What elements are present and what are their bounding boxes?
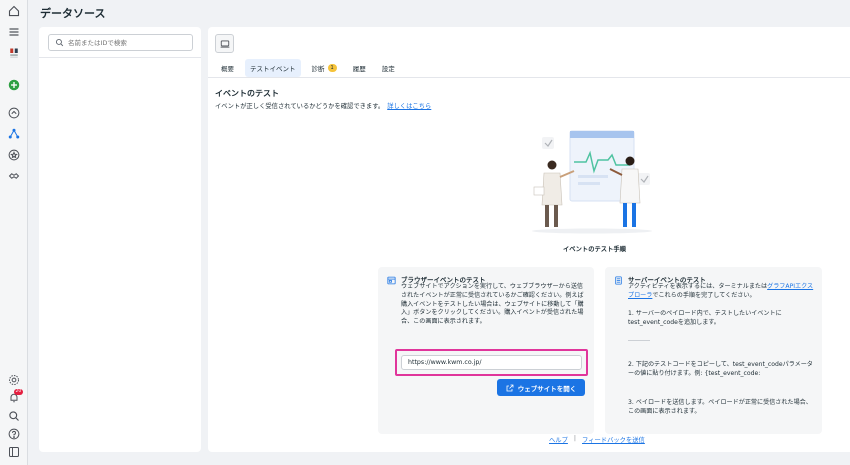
section-title: イベントのテスト: [215, 89, 279, 98]
tab-settings[interactable]: 設定: [377, 59, 400, 77]
person-right-coat: [619, 168, 641, 204]
external-link-icon: [506, 384, 514, 391]
server-step-1: 1. サーバーのペイロード内で、テストしたいイベントにtest_event_co…: [628, 310, 782, 326]
business-logo-icon[interactable]: [6, 45, 22, 61]
search-input[interactable]: [68, 38, 188, 47]
footer-separator: |: [573, 435, 577, 442]
add-icon[interactable]: [6, 77, 22, 93]
search-icon: [55, 38, 64, 47]
server-card-intro: アクティビティを表示するには、ターミナルまたはグラフAPIエクスプローラでこれら…: [628, 283, 814, 299]
person-left-coat: [541, 172, 563, 206]
open-website-button[interactable]: ウェブサイトを開く: [497, 379, 585, 396]
handshake-icon[interactable]: [6, 168, 22, 184]
server-event-card: サーバーイベントのテスト アクティビティを表示するには、ターミナルまたはグラフA…: [605, 267, 822, 434]
notification-badge: 20: [14, 389, 23, 395]
notification-bell-icon[interactable]: 20: [6, 389, 23, 406]
home-icon[interactable]: [6, 3, 22, 19]
tabs-divider: [208, 77, 850, 78]
panel-toggle-icon[interactable]: [6, 444, 22, 460]
data-source-icon[interactable]: [6, 126, 22, 142]
help-link[interactable]: ヘルプ: [549, 435, 568, 444]
tab-bar: 概要 テストイベント 診断 1 履歴 設定: [216, 59, 400, 77]
help-icon[interactable]: [6, 426, 22, 442]
gauge-icon[interactable]: [6, 105, 22, 121]
data-source-list-panel: [39, 27, 201, 452]
check-box-2: [638, 173, 650, 185]
server-step-3: 3. ペイロードを送信します。ペイロードが正常に受信された場合、この画面に表示さ…: [628, 399, 812, 415]
pixel-icon: [215, 34, 234, 53]
person-left-head: [547, 160, 557, 170]
check-box-1: [542, 137, 554, 149]
menu-icon[interactable]: [6, 24, 22, 40]
browser-window-icon: [387, 276, 396, 285]
learn-more-link[interactable]: 詳しくはこちら: [387, 103, 431, 110]
tab-overview[interactable]: 概要: [216, 59, 239, 77]
star-badge-icon[interactable]: [6, 147, 22, 163]
tab-diagnostics[interactable]: 診断 1: [307, 59, 342, 77]
search-box[interactable]: [48, 34, 193, 51]
list-divider: [39, 57, 201, 58]
browser-card-body: ウェブサイトでアクションを実行して、ウェブブラウザーから送信されたイベントが正常…: [401, 283, 584, 326]
person-right-head: [625, 156, 635, 166]
server-icon: [614, 276, 623, 285]
board-header: [570, 131, 634, 138]
footer-links: ヘルプ | フィードバックを送信: [549, 435, 645, 444]
left-rail: 20: [0, 0, 28, 465]
step-placeholder-line: [628, 340, 650, 341]
server-step-2: 2. 下記のテストコードをコピーして、test_event_codeパラメーター…: [628, 361, 813, 377]
test-events-illustration: [532, 130, 652, 234]
settings-icon[interactable]: [6, 372, 22, 388]
browser-event-card: ブラウザーイベントのテスト ウェブサイトでアクションを実行して、ウェブブラウザー…: [378, 267, 594, 434]
diagnostics-badge: 1: [327, 64, 337, 72]
main-panel: 概要 テストイベント 診断 1 履歴 設定 イベントのテスト イベントが正しく受信…: [208, 27, 850, 452]
send-feedback-link[interactable]: フィードバックを送信: [582, 435, 645, 444]
illustration-caption: イベントのテスト手順: [563, 246, 626, 253]
section-description: イベントが正しく受信されているかどうかを確認できます。 詳しくはこちら: [215, 103, 432, 110]
search-icon[interactable]: [6, 408, 22, 424]
tab-history[interactable]: 履歴: [348, 59, 371, 77]
tab-test-events[interactable]: テストイベント: [245, 59, 301, 77]
page-title: データソース: [40, 7, 106, 20]
website-url-input[interactable]: [401, 355, 582, 370]
url-input-highlight: [395, 349, 588, 376]
